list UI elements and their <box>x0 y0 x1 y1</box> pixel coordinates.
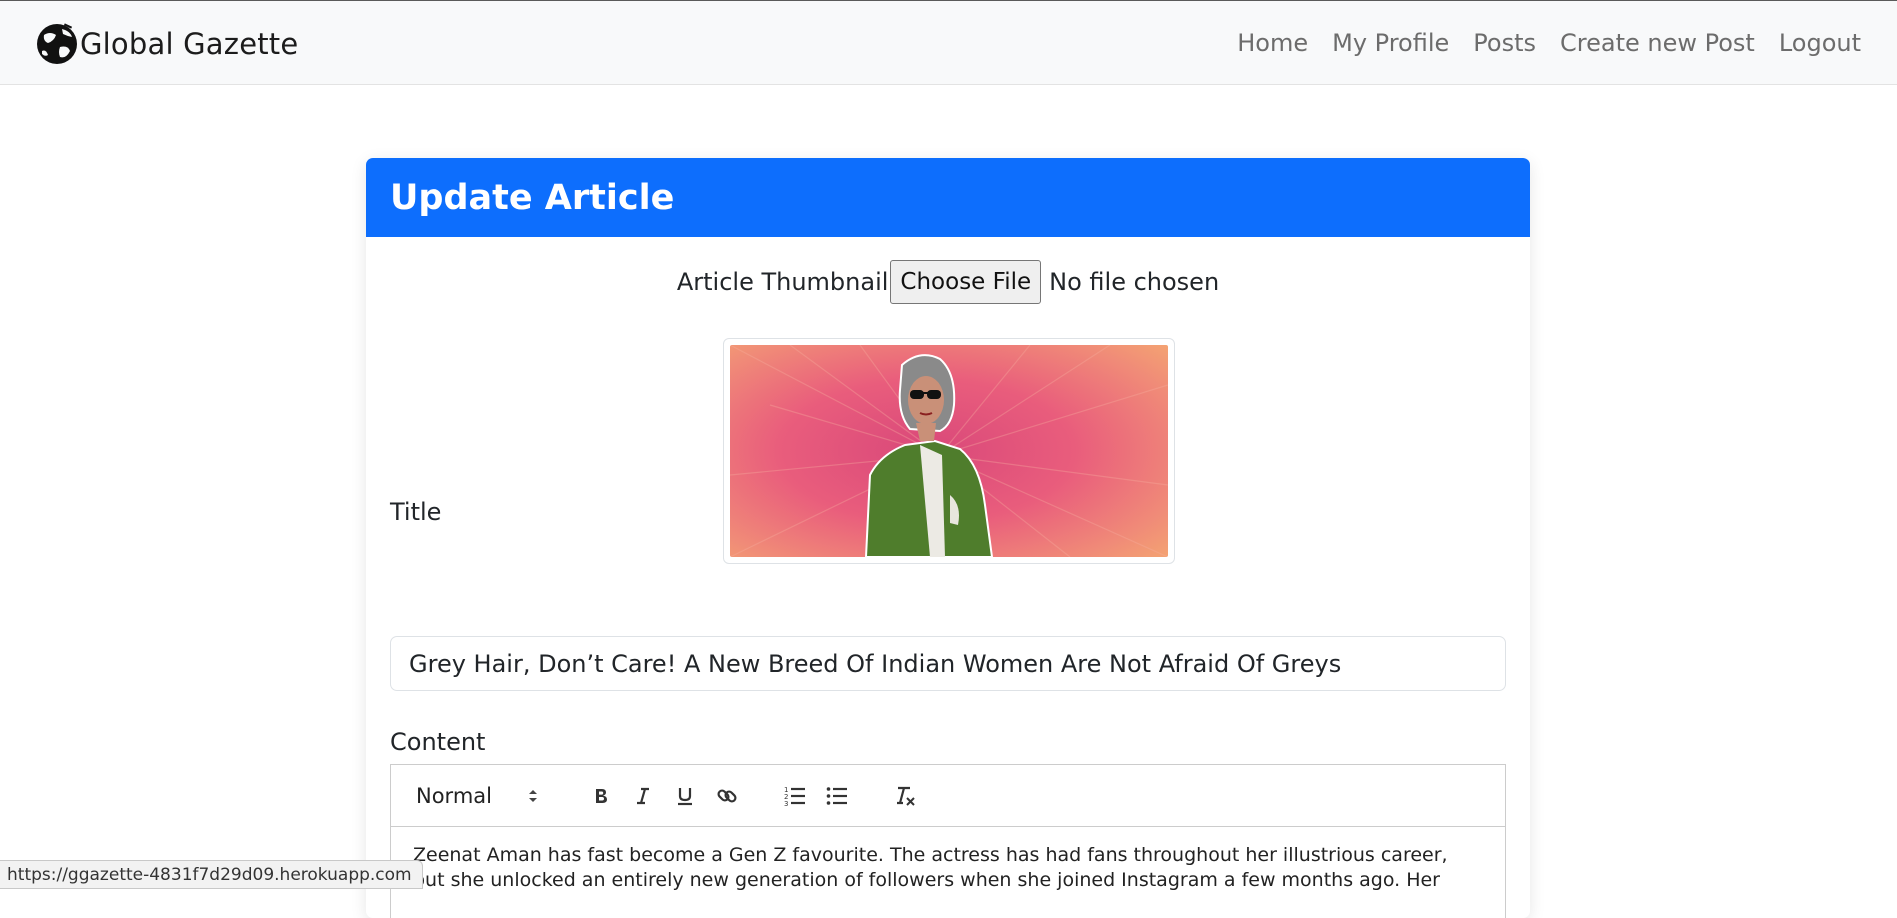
bullet-list-button[interactable] <box>822 781 852 811</box>
nav-logout[interactable]: Logout <box>1779 25 1861 61</box>
ordered-list-icon: 1 2 3 <box>784 786 805 807</box>
link-button[interactable] <box>712 781 742 811</box>
svg-text:3: 3 <box>784 800 788 807</box>
file-status-text: No file chosen <box>1049 268 1220 296</box>
update-article-card: Update Article Article Thumbnail Choose … <box>366 158 1530 918</box>
page-title: Update Article <box>390 177 675 218</box>
navbar: Global Gazette Home My Profile Posts Cre… <box>0 0 1897 85</box>
brand-link[interactable]: Global Gazette <box>34 21 298 67</box>
brand-name: Global Gazette <box>80 27 299 61</box>
bold-button[interactable] <box>586 781 616 811</box>
italic-button[interactable] <box>628 781 658 811</box>
underline-icon <box>678 787 692 805</box>
clear-format-button[interactable] <box>890 781 920 811</box>
nav-my-profile[interactable]: My Profile <box>1332 25 1449 61</box>
select-arrows-icon <box>529 789 537 802</box>
format-select-value: Normal <box>416 783 492 808</box>
title-input[interactable]: Grey Hair, Don’t Care! A New Breed Of In… <box>390 636 1506 691</box>
nav-create-new-post[interactable]: Create new Post <box>1560 25 1755 61</box>
clear-format-icon <box>897 786 915 806</box>
thumbnail-upload-row: Article Thumbnail Choose File No file ch… <box>366 260 1530 304</box>
nav-posts[interactable]: Posts <box>1473 25 1536 61</box>
underline-button[interactable] <box>670 781 700 811</box>
globe-icon <box>37 23 77 64</box>
bold-icon <box>596 788 607 803</box>
nav-home[interactable]: Home <box>1237 25 1308 61</box>
nav-links: Home My Profile Posts Create new Post Lo… <box>1213 25 1861 61</box>
card-header: Update Article <box>366 158 1530 237</box>
thumbnail-preview <box>723 338 1175 564</box>
ordered-list-button[interactable]: 1 2 3 <box>780 781 810 811</box>
link-icon <box>717 788 737 803</box>
content-label: Content <box>390 728 486 756</box>
title-label: Title <box>390 498 442 526</box>
editor-toolbar: Normal 1 2 3 <box>390 764 1506 827</box>
status-bar-url: https://ggazette-4831f7d29d09.herokuapp.… <box>0 860 423 889</box>
bullet-list-icon <box>826 786 847 805</box>
italic-icon <box>637 787 649 804</box>
choose-file-button[interactable]: Choose File <box>890 260 1042 304</box>
format-select[interactable]: Normal <box>416 784 544 808</box>
editor-content[interactable]: Zeenat Aman has fast become a Gen Z favo… <box>390 826 1506 918</box>
thumbnail-image <box>730 345 1168 557</box>
thumbnail-label: Article Thumbnail <box>676 268 889 296</box>
